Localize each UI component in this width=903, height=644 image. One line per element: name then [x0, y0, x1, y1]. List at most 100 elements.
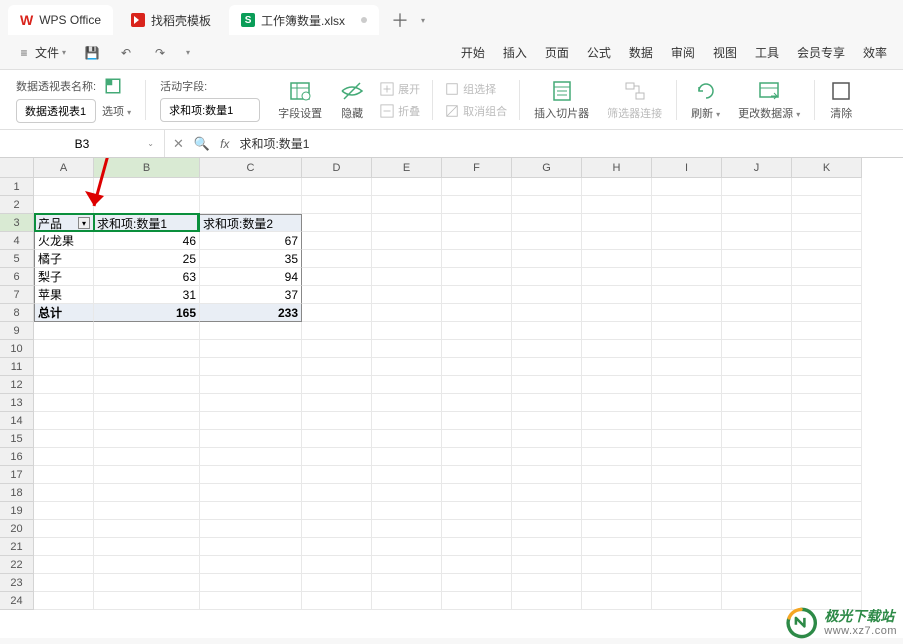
- cell[interactable]: [94, 178, 200, 196]
- cell[interactable]: [302, 232, 372, 250]
- cell[interactable]: [792, 268, 862, 286]
- cell[interactable]: [302, 340, 372, 358]
- cell[interactable]: [302, 448, 372, 466]
- cell[interactable]: [94, 358, 200, 376]
- cell[interactable]: [372, 592, 442, 610]
- cell[interactable]: [652, 304, 722, 322]
- cell[interactable]: [302, 430, 372, 448]
- cell[interactable]: [722, 196, 792, 214]
- table-row[interactable]: 苹果: [34, 286, 94, 304]
- cell[interactable]: [652, 286, 722, 304]
- cell[interactable]: [34, 178, 94, 196]
- cell[interactable]: [442, 538, 512, 556]
- cell[interactable]: [582, 196, 652, 214]
- cell[interactable]: [302, 502, 372, 520]
- cell[interactable]: [34, 520, 94, 538]
- row-header[interactable]: 10: [0, 340, 34, 358]
- menu-data[interactable]: 数据: [621, 40, 661, 65]
- cell[interactable]: [372, 250, 442, 268]
- row-header[interactable]: 16: [0, 448, 34, 466]
- cell[interactable]: [652, 502, 722, 520]
- cell[interactable]: [582, 214, 652, 232]
- cell[interactable]: [372, 538, 442, 556]
- cell[interactable]: [652, 178, 722, 196]
- cell[interactable]: [94, 520, 200, 538]
- cell[interactable]: [442, 232, 512, 250]
- cell[interactable]: [442, 358, 512, 376]
- tab-template[interactable]: 找稻壳模板: [119, 5, 223, 35]
- table-row[interactable]: 94: [200, 268, 302, 286]
- cell[interactable]: [200, 502, 302, 520]
- row-header[interactable]: 23: [0, 574, 34, 592]
- row-header[interactable]: 13: [0, 394, 34, 412]
- cell[interactable]: [512, 520, 582, 538]
- col-header-K[interactable]: K: [792, 158, 862, 178]
- cell[interactable]: [792, 538, 862, 556]
- cell[interactable]: [302, 394, 372, 412]
- cell[interactable]: [512, 232, 582, 250]
- cell[interactable]: [512, 538, 582, 556]
- cell[interactable]: [792, 520, 862, 538]
- cell[interactable]: [34, 376, 94, 394]
- cell[interactable]: [512, 358, 582, 376]
- cell[interactable]: [94, 466, 200, 484]
- cell[interactable]: [722, 214, 792, 232]
- cell[interactable]: [792, 286, 862, 304]
- row-header[interactable]: 3: [0, 214, 34, 232]
- row-header[interactable]: 2: [0, 196, 34, 214]
- cell[interactable]: [442, 502, 512, 520]
- cell[interactable]: [442, 322, 512, 340]
- cell[interactable]: [34, 430, 94, 448]
- cell[interactable]: [722, 304, 792, 322]
- qat-save[interactable]: 💾: [76, 41, 108, 65]
- cell[interactable]: [34, 358, 94, 376]
- select-all-corner[interactable]: [0, 158, 34, 178]
- cell[interactable]: [34, 322, 94, 340]
- cell[interactable]: [34, 448, 94, 466]
- cell[interactable]: [652, 538, 722, 556]
- cell[interactable]: [652, 448, 722, 466]
- cell[interactable]: [512, 268, 582, 286]
- row-header[interactable]: 22: [0, 556, 34, 574]
- cell[interactable]: [302, 250, 372, 268]
- table-row[interactable]: 46: [94, 232, 200, 250]
- cell[interactable]: [372, 376, 442, 394]
- cell[interactable]: [792, 412, 862, 430]
- cell[interactable]: [442, 214, 512, 232]
- cell[interactable]: [302, 412, 372, 430]
- menu-page[interactable]: 页面: [537, 40, 577, 65]
- tab-overflow-icon[interactable]: ▾: [421, 16, 425, 25]
- clear-button[interactable]: 清除: [821, 75, 861, 125]
- cell[interactable]: [652, 484, 722, 502]
- cell[interactable]: [200, 340, 302, 358]
- cell[interactable]: [652, 250, 722, 268]
- cell[interactable]: [302, 592, 372, 610]
- cell[interactable]: [722, 412, 792, 430]
- active-field-input[interactable]: 求和项:数量1: [160, 98, 260, 122]
- menu-vip[interactable]: 会员专享: [789, 40, 853, 65]
- cell[interactable]: [34, 574, 94, 592]
- cell[interactable]: [722, 592, 792, 610]
- col-header-B[interactable]: B: [94, 158, 200, 178]
- cell[interactable]: [512, 178, 582, 196]
- cell[interactable]: [372, 502, 442, 520]
- cell[interactable]: [722, 484, 792, 502]
- cell[interactable]: [442, 286, 512, 304]
- cell[interactable]: [94, 430, 200, 448]
- cell[interactable]: [200, 394, 302, 412]
- col-header-E[interactable]: E: [372, 158, 442, 178]
- cells-area[interactable]: 产品 ▾ 求和项:数量1 求和项:数量2 火龙果 46 67 橘子 25 35 …: [34, 178, 862, 610]
- cell[interactable]: [442, 250, 512, 268]
- cell[interactable]: [200, 178, 302, 196]
- cell[interactable]: [792, 484, 862, 502]
- cell[interactable]: [722, 286, 792, 304]
- row-header[interactable]: 5: [0, 250, 34, 268]
- cell[interactable]: [442, 592, 512, 610]
- cell[interactable]: [372, 304, 442, 322]
- cell[interactable]: [442, 178, 512, 196]
- cell[interactable]: [512, 394, 582, 412]
- cell[interactable]: [372, 214, 442, 232]
- cell[interactable]: [302, 466, 372, 484]
- menu-tools[interactable]: 工具: [747, 40, 787, 65]
- cell[interactable]: [200, 358, 302, 376]
